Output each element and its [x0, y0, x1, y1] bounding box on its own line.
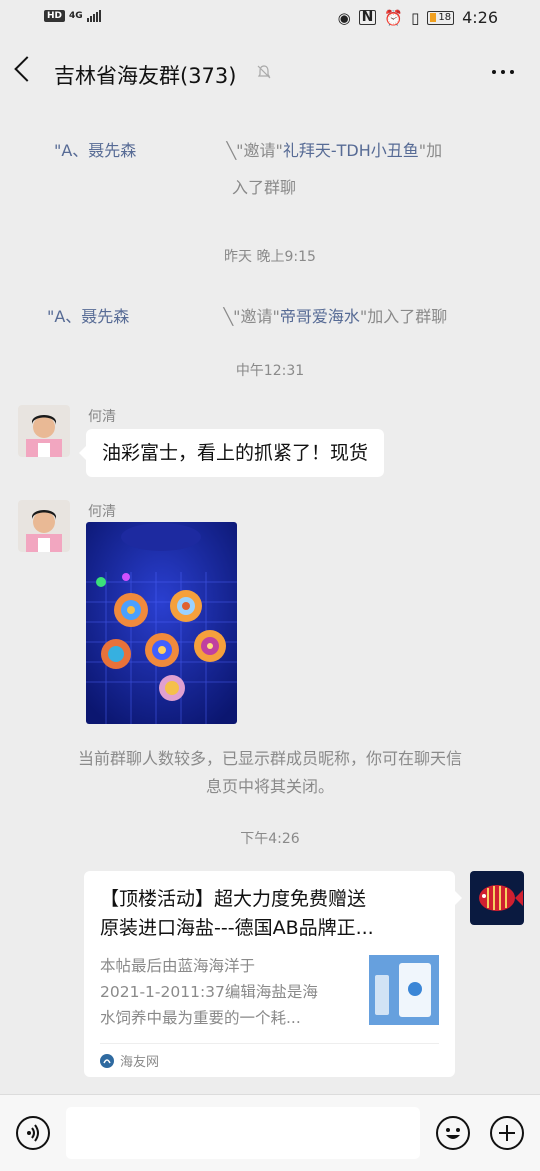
message-image[interactable]	[86, 522, 237, 724]
invitee-name[interactable]: 帝哥爱海水	[280, 307, 360, 326]
avatar-image	[18, 405, 70, 457]
fish-avatar-image	[470, 871, 524, 925]
status-right: ◉ N ⏰ ▯ 18 4:26	[338, 8, 498, 27]
avatar-image	[18, 500, 70, 552]
inviter-name[interactable]: "A、聂先森	[54, 141, 136, 160]
notice-text: "加	[418, 141, 443, 160]
avatar[interactable]	[18, 405, 70, 457]
card-title-line: 原装进口海盐---德国AB品牌正...	[100, 917, 374, 939]
plus-icon[interactable]	[490, 1116, 524, 1150]
back-icon[interactable]	[14, 56, 40, 82]
group-tip: 当前群聊人数较多，已显示群成员昵称，你可在聊天信 息页中将其关闭。	[0, 745, 540, 801]
nfc-icon: N	[358, 10, 377, 25]
status-left: HD 4G	[44, 10, 101, 22]
system-notice: "A、聂先森 ╲"邀请"礼拜天-TDH小丑鱼"加	[54, 136, 494, 166]
group-tip-line: 当前群聊人数较多，已显示群成员昵称，你可在聊天信	[77, 749, 462, 768]
notice-text: "邀请"	[233, 307, 280, 326]
alarm-icon: ⏰	[384, 8, 404, 27]
thumbnail-image	[369, 955, 439, 1025]
battery-icon: 18	[427, 10, 455, 25]
voice-waves-icon	[27, 1124, 39, 1142]
mute-bell-icon	[257, 65, 271, 79]
sender-name: 何清	[88, 409, 116, 425]
timestamp: 下午4:26	[240, 831, 300, 847]
message-bubble[interactable]: 油彩富士，看上的抓紧了！现货	[78, 429, 385, 477]
chat-header: 吉林省海友群(373)	[0, 40, 540, 106]
smile-face-icon	[446, 1128, 460, 1139]
input-bar	[0, 1094, 540, 1171]
card-thumbnail	[369, 955, 439, 1025]
card-source: 海友网	[100, 1051, 159, 1070]
card-desc-line: 水饲养中最为重要的一个耗...	[100, 1009, 301, 1027]
card-divider	[100, 1043, 439, 1044]
status-bar: HD 4G ◉ N ⏰ ▯ 18 4:26	[0, 0, 540, 40]
eye-icon: ◉	[337, 8, 351, 27]
plus-sign-icon	[499, 1125, 515, 1141]
emoji-icon[interactable]	[436, 1116, 470, 1150]
link-card[interactable]: 【顶楼活动】超大力度免费赠送 原装进口海盐---德国AB品牌正... 本帖最后由…	[84, 871, 462, 1077]
sender-name: 何清	[88, 504, 116, 520]
network-type: 4G	[69, 11, 83, 21]
message-input[interactable]	[66, 1107, 420, 1159]
more-icon[interactable]	[492, 70, 514, 74]
clock: 4:26	[462, 8, 498, 27]
battery-level: 18	[438, 11, 452, 23]
notice-text: "邀请"	[236, 141, 283, 160]
chat-title: 吉林省海友群(373)	[54, 64, 237, 88]
group-tip-line: 息页中将其关闭。	[205, 777, 334, 796]
system-notice-cont: 入了群聊	[232, 178, 297, 197]
coral-photo	[86, 522, 237, 724]
vibrate-icon: ▯	[411, 8, 420, 27]
my-avatar[interactable]	[470, 871, 524, 925]
card-source-name: 海友网	[120, 1055, 160, 1070]
timestamp: 中午12:31	[235, 363, 305, 379]
inviter-name[interactable]: "A、聂先森	[47, 307, 129, 326]
system-notice: "A、聂先森 ╲"邀请"帝哥爱海水"加入了群聊	[47, 302, 507, 332]
timestamp: 昨天 晚上9:15	[224, 249, 316, 265]
card-title: 【顶楼活动】超大力度免费赠送 原装进口海盐---德国AB品牌正...	[100, 885, 422, 943]
card-description: 本帖最后由蓝海海洋于 2021-1-2011:37编辑海盐是海 水饲养中最为重要…	[100, 953, 350, 1031]
source-logo-icon	[100, 1053, 114, 1068]
signal-icon	[86, 10, 101, 22]
card-title-line: 【顶楼活动】超大力度免费赠送	[100, 888, 367, 910]
notice-connector: ╲	[226, 141, 237, 160]
voice-icon[interactable]	[16, 1116, 50, 1150]
invitee-name[interactable]: 礼拜天-TDH小丑鱼	[283, 141, 419, 160]
avatar[interactable]	[18, 500, 70, 552]
hd-badge: HD	[44, 10, 66, 22]
notice-connector: ╲	[223, 307, 234, 326]
notice-text: "加入了群聊	[359, 307, 448, 326]
card-desc-line: 本帖最后由蓝海海洋于	[100, 957, 256, 975]
card-desc-line: 2021-1-2011:37编辑海盐是海	[100, 983, 318, 1001]
